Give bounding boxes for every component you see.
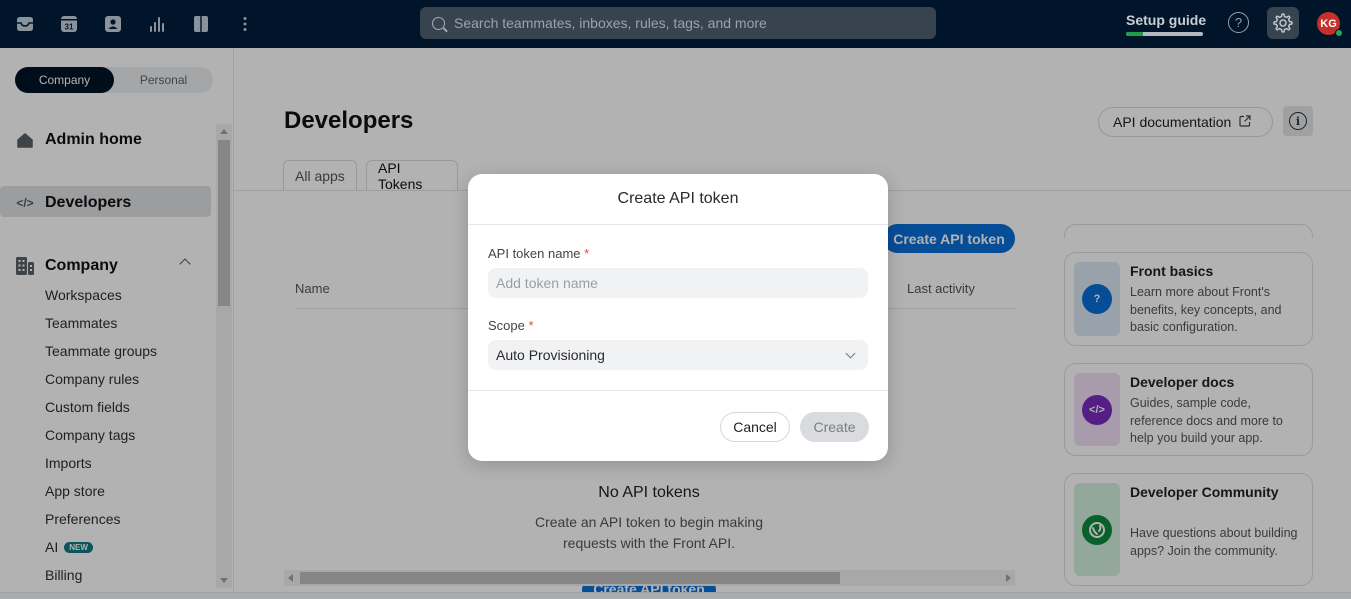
label-text: Scope xyxy=(488,318,525,333)
required-asterisk: * xyxy=(528,318,534,333)
search-icon xyxy=(432,16,445,30)
settings-button[interactable] xyxy=(1267,7,1299,39)
setup-guide-progress xyxy=(1126,32,1203,36)
create-button[interactable]: Create xyxy=(800,412,869,442)
required-asterisk: * xyxy=(584,246,590,261)
create-api-token-dialog: Create API token API token name * Scope … xyxy=(468,174,888,461)
avatar-initials: KG xyxy=(1320,17,1337,30)
global-search[interactable] xyxy=(420,7,936,39)
contacts-icon[interactable] xyxy=(101,12,125,36)
knowledge-base-icon[interactable] xyxy=(189,12,213,36)
label-text: API token name xyxy=(488,246,581,261)
online-status-dot xyxy=(1335,29,1343,37)
gear-icon xyxy=(1273,13,1293,33)
calendar-icon[interactable]: 31 xyxy=(57,12,81,36)
scope-selected-value: Auto Provisioning xyxy=(496,347,605,363)
setup-guide-progress-fill xyxy=(1126,32,1143,36)
cancel-button[interactable]: Cancel xyxy=(720,412,790,442)
avatar[interactable]: KG xyxy=(1317,12,1343,37)
inbox-icon[interactable] xyxy=(13,12,37,36)
api-token-name-label: API token name * xyxy=(488,246,589,261)
svg-text:31: 31 xyxy=(65,23,74,32)
top-bar: 31 Setup guide ? KG xyxy=(0,0,1351,48)
scope-label: Scope * xyxy=(488,318,534,333)
chevron-down-icon xyxy=(845,348,856,359)
scope-select[interactable]: Auto Provisioning xyxy=(488,340,868,370)
api-token-name-input[interactable] xyxy=(488,268,868,298)
dialog-title: Create API token xyxy=(468,174,888,225)
help-icon[interactable]: ? xyxy=(1228,12,1249,33)
search-input[interactable] xyxy=(454,15,914,31)
dialog-footer-divider xyxy=(468,390,888,391)
more-icon[interactable] xyxy=(233,12,257,36)
setup-guide-link[interactable]: Setup guide xyxy=(1126,12,1206,28)
analytics-icon[interactable] xyxy=(145,12,169,36)
